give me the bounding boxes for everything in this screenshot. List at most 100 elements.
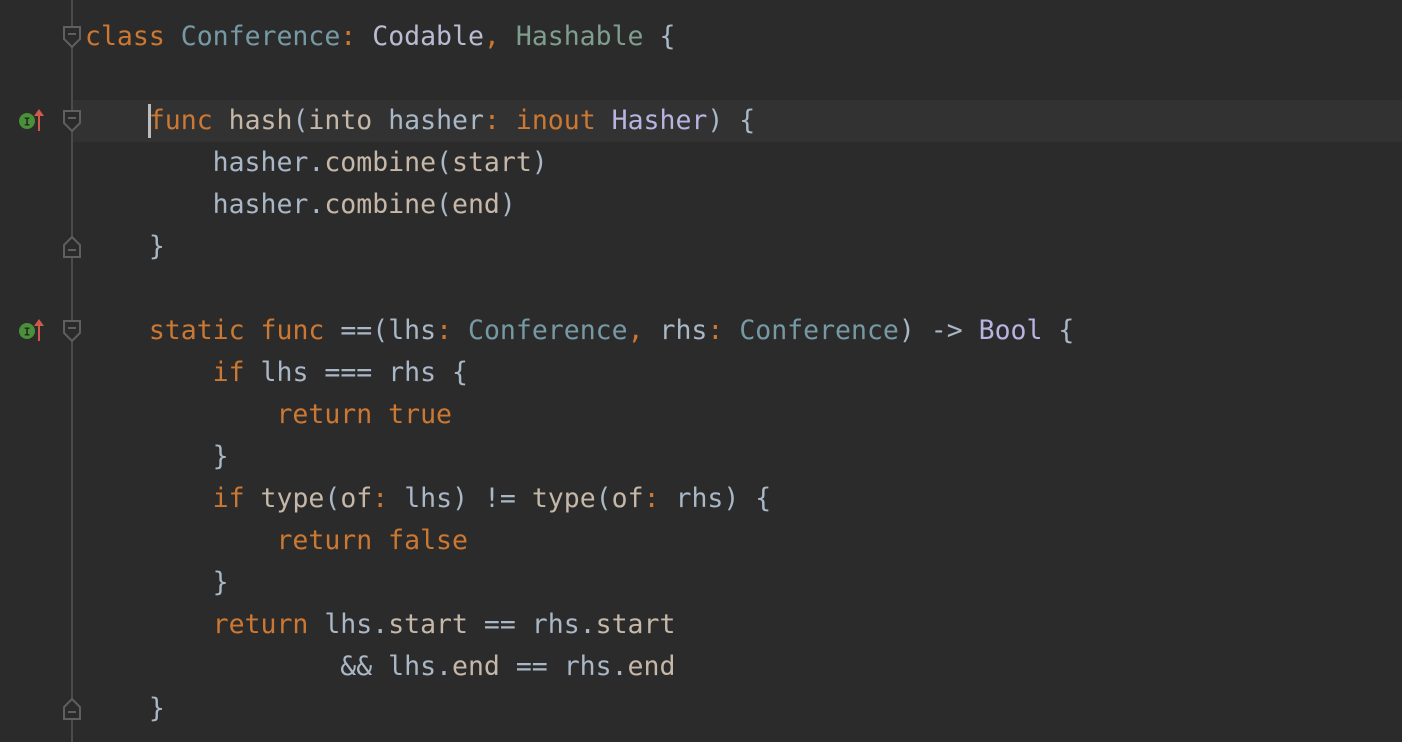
token-id: lhs	[388, 315, 437, 346]
token-id: lhs	[404, 483, 453, 514]
code-line[interactable]: return lhs.start == rhs.start	[85, 604, 1074, 646]
token-punct: (	[436, 147, 452, 178]
token-id: rhs	[388, 357, 437, 388]
code-line[interactable]: static func ==(lhs: Conference, rhs: Con…	[85, 310, 1075, 352]
token-punct: (	[292, 105, 309, 136]
token-punct: }	[148, 693, 165, 724]
code-line[interactable]	[85, 58, 1074, 100]
token-fn: end	[452, 651, 500, 682]
token-kw: false	[388, 525, 468, 556]
token-type: Hasher	[611, 105, 708, 136]
token-punct: {	[643, 21, 676, 52]
token-punct: }	[212, 567, 229, 598]
token-kw: return	[212, 609, 309, 640]
code-editor[interactable]: I I class Conference: Codable, Hashable {…	[0, 0, 1402, 742]
code-line[interactable]: return true	[85, 394, 1074, 436]
fold-end-icon[interactable]	[62, 697, 82, 721]
token-colon: :	[707, 315, 724, 346]
token-punct: }	[212, 441, 229, 472]
token-colon: :	[436, 315, 453, 346]
token-id: rhs	[563, 651, 612, 682]
token-id: hasher	[388, 105, 484, 136]
token-id: rhs	[531, 609, 580, 640]
token-cls: Conference	[180, 21, 341, 52]
code-area[interactable]: class Conference: Codable, Hashable { fu…	[85, 16, 1074, 730]
token-kw: true	[388, 399, 452, 430]
code-line[interactable]: }	[85, 226, 1074, 268]
code-line[interactable]: class Conference: Codable, Hashable {	[85, 16, 1074, 58]
token-punct: ) {	[723, 483, 772, 514]
code-line[interactable]: }	[85, 562, 1074, 604]
token-id: rhs	[659, 315, 708, 346]
token-punct: ) {	[707, 105, 756, 136]
token-punct: ==	[499, 651, 564, 682]
code-line[interactable]	[85, 268, 1074, 310]
token-punct: ) !=	[452, 483, 532, 514]
fold-collapse-icon[interactable]	[62, 109, 82, 133]
token-punct: ) ->	[898, 315, 979, 346]
token-punct: {	[436, 357, 468, 388]
token-fn: start	[452, 147, 532, 178]
token-kw: inout	[515, 105, 596, 136]
code-line[interactable]: }	[85, 436, 1074, 478]
token-punct: ===	[308, 357, 389, 388]
code-line[interactable]: }	[85, 688, 1074, 730]
token-kw: return	[276, 525, 373, 556]
token-fn: end	[627, 651, 676, 682]
token-fn: start	[595, 609, 676, 640]
code-line[interactable]: hasher.combine(end)	[85, 184, 1074, 226]
token-punct: (	[324, 483, 341, 514]
token-fn: hash	[228, 105, 293, 136]
token-colon: ,	[627, 315, 644, 346]
token-fn: combine	[324, 147, 437, 178]
token-punct: (	[595, 483, 612, 514]
token-punct: )	[499, 189, 516, 220]
token-fn: of	[340, 483, 373, 514]
token-id: lhs	[388, 651, 437, 682]
token-punct: .	[579, 609, 596, 640]
code-line[interactable]: func hash(into hasher: inout Hasher) {	[85, 100, 1074, 142]
token-kw: if	[212, 357, 245, 388]
code-line[interactable]: return false	[85, 520, 1074, 562]
code-line[interactable]: hasher.combine(start)	[85, 142, 1074, 184]
token-kw: static	[148, 315, 245, 346]
code-line[interactable]: if type(of: lhs) != type(of: rhs) {	[85, 478, 1074, 520]
implements-method-icon[interactable]: I	[18, 108, 46, 132]
fold-collapse-icon[interactable]	[62, 25, 82, 49]
token-fn: type	[260, 483, 325, 514]
fold-collapse-icon[interactable]	[62, 319, 82, 343]
text-caret	[148, 104, 151, 138]
token-colon: :	[643, 483, 660, 514]
token-punct: {	[1042, 315, 1075, 346]
code-line[interactable]: && lhs.end == rhs.end	[85, 646, 1074, 688]
token-cls: Conference	[739, 315, 899, 346]
token-punct: (	[436, 189, 452, 220]
token-fn: combine	[324, 189, 437, 220]
token-kw: return	[276, 399, 373, 430]
token-fn: into	[308, 105, 373, 136]
token-punct: &&	[340, 651, 389, 682]
implements-method-icon[interactable]: I	[18, 318, 46, 342]
token-punct: .	[308, 147, 325, 178]
code-line[interactable]: if lhs === rhs {	[85, 352, 1074, 394]
fold-end-icon[interactable]	[62, 235, 82, 259]
token-punct: .	[308, 189, 325, 220]
token-cls: Conference	[468, 315, 628, 346]
token-id: hasher	[212, 147, 309, 178]
